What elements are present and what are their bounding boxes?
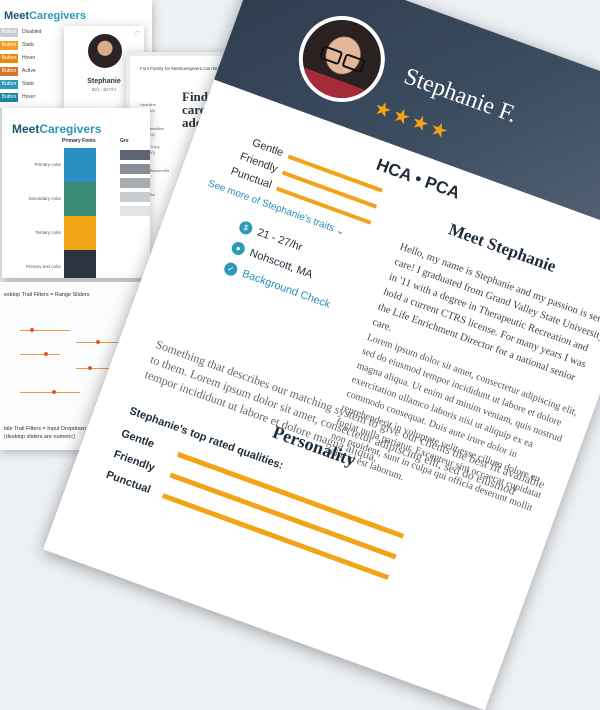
location-pin-icon: ● bbox=[229, 240, 247, 257]
slider-handle[interactable] bbox=[44, 352, 48, 356]
grey-swatch bbox=[120, 192, 150, 202]
brand-logo: MeetCaregivers bbox=[4, 10, 86, 22]
avatar bbox=[86, 32, 124, 70]
sample-button[interactable]: Button bbox=[0, 41, 18, 50]
range-slider[interactable] bbox=[20, 354, 60, 355]
button-state-label: Active bbox=[22, 68, 36, 74]
sample-button[interactable]: Button bbox=[0, 80, 18, 89]
button-state-label: Static bbox=[22, 42, 35, 48]
button-state-label: Disabled bbox=[22, 29, 42, 35]
button-state-label: Hover bbox=[22, 55, 36, 61]
palette-header: Primary Fonts bbox=[62, 138, 96, 144]
color-swatch-label: Secondary color bbox=[28, 196, 61, 201]
grey-swatch bbox=[120, 206, 150, 216]
sample-button[interactable]: Button bbox=[0, 54, 18, 63]
check-icon: ✓ bbox=[222, 260, 240, 278]
font-card-title: Font Family for Meetcaregivers.com Brand bbox=[140, 66, 226, 71]
font-spec-label: Headline bbox=[140, 102, 156, 107]
button-state-label: Hover bbox=[22, 94, 36, 100]
slider-handle[interactable] bbox=[96, 340, 100, 344]
sample-button[interactable]: Button bbox=[0, 93, 18, 102]
slider-handle[interactable] bbox=[30, 328, 34, 332]
color-palette-card: MeetCaregivers Primary Fonts Gre Primary… bbox=[2, 108, 150, 278]
color-swatch bbox=[64, 250, 96, 278]
color-swatch bbox=[64, 148, 96, 182]
slider-handle[interactable] bbox=[88, 366, 92, 370]
dollar-icon: $ bbox=[237, 219, 255, 237]
color-swatch-label: Tertiary color bbox=[35, 230, 61, 235]
color-swatch-label: Primary color bbox=[34, 162, 61, 167]
favorite-heart-icon[interactable]: ♡ bbox=[134, 30, 140, 38]
grey-swatch bbox=[120, 150, 150, 160]
color-swatch bbox=[64, 182, 96, 216]
sample-button[interactable]: Button bbox=[0, 67, 18, 76]
filters-title: esktop Trail Filters = Range Sliders bbox=[4, 292, 90, 298]
filters-subtitle: (desktop sliders are numeric) bbox=[4, 434, 75, 440]
color-swatch bbox=[64, 216, 96, 250]
brand-logo: MeetCaregivers bbox=[12, 122, 102, 136]
sample-button[interactable]: Button bbox=[0, 28, 18, 37]
button-state-label: Static bbox=[22, 81, 35, 87]
color-swatch-label: Primary text color bbox=[25, 264, 61, 269]
slider-handle[interactable] bbox=[52, 390, 56, 394]
grey-swatch bbox=[120, 164, 150, 174]
palette-header: Gre bbox=[120, 138, 129, 144]
grey-swatch bbox=[120, 178, 150, 188]
range-slider[interactable] bbox=[20, 330, 70, 331]
filters-title: bile Trail Filters = Input Dropdown bbox=[4, 426, 87, 432]
range-slider[interactable] bbox=[20, 392, 80, 393]
